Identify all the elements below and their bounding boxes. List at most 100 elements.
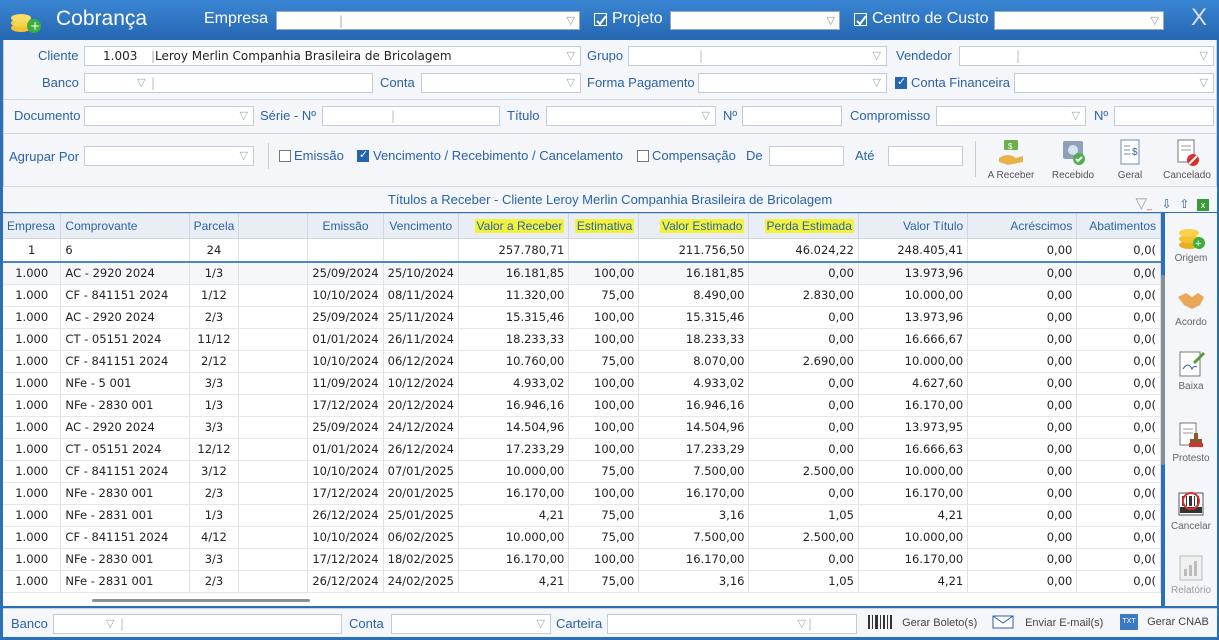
table-cell: 16.170,00 bbox=[458, 548, 570, 571]
forma-pagamento-select[interactable]: ▽ bbox=[698, 73, 887, 93]
relatorio-button[interactable]: Relatório bbox=[1165, 553, 1217, 596]
column-header[interactable]: Emissão bbox=[307, 214, 384, 239]
table-cell: CF - 841151 2024 bbox=[60, 284, 190, 307]
acordo-button[interactable]: Acordo bbox=[1165, 285, 1217, 328]
ate-date-field[interactable] bbox=[888, 146, 963, 166]
cliente-field[interactable]: 1.003 | Leroy Merlin Companhia Brasileir… bbox=[84, 46, 581, 66]
table-row[interactable]: 1.000 CT - 05151 2024 12/12 01/01/2024 26/12… bbox=[3, 438, 1161, 461]
footer-conta-select[interactable]: ▽ bbox=[391, 614, 551, 634]
table-cell: 0,0( bbox=[1076, 438, 1161, 461]
chevron-down-icon: ▽ bbox=[566, 49, 575, 62]
table-cell: 4.627,60 bbox=[858, 372, 969, 395]
table-row[interactable]: 1.000 NFe - 2831 001 2/3 26/12/2024 24/02/20… bbox=[3, 570, 1161, 593]
table-cell bbox=[238, 372, 309, 395]
column-header[interactable]: Estimativa bbox=[568, 214, 640, 239]
filter-icon[interactable]: ▽ bbox=[1135, 195, 1147, 212]
table-cell: 0,00 bbox=[967, 262, 1078, 285]
totals-row[interactable]: 1 6 24 257.780,71 211.756,50 46.024,22 248.405… bbox=[3, 238, 1161, 263]
table-row[interactable]: 1.000 AC - 2920 2024 2/3 25/09/2024 25/11/20… bbox=[3, 306, 1161, 329]
carteira-select[interactable]: ▽ | bbox=[607, 614, 857, 634]
table-row[interactable]: 1.000 AC - 2920 2024 1/3 25/09/2024 25/10/20… bbox=[3, 262, 1161, 285]
table-row[interactable]: 1.000 CF - 841151 2024 2/12 10/10/2024 06/12… bbox=[3, 350, 1161, 373]
table-cell: 1,05 bbox=[748, 570, 859, 593]
cancelar-boleto-button[interactable]: Cancelar bbox=[1165, 489, 1217, 532]
grupo-select[interactable]: | ▽ bbox=[628, 46, 887, 66]
table-cell: 26/12/2024 bbox=[307, 504, 384, 527]
conta-financeira-checkbox[interactable] bbox=[895, 75, 907, 89]
column-header[interactable]: Parcela bbox=[189, 214, 240, 239]
excel-icon[interactable]: x bbox=[1197, 199, 1209, 211]
enviar-email-button[interactable]: Enviar E-mail(s) bbox=[992, 614, 1103, 633]
table-row[interactable]: 1.000 CF - 841151 2024 1/12 10/10/2024 08/11… bbox=[3, 284, 1161, 307]
column-header[interactable]: Valor Estimado bbox=[638, 214, 750, 239]
sort-descending-icon[interactable]: ⇩ bbox=[1162, 197, 1172, 211]
conta-select[interactable]: ▽ bbox=[421, 73, 581, 93]
column-header[interactable]: Vencimento bbox=[383, 214, 459, 239]
column-header[interactable] bbox=[238, 214, 309, 239]
centro-custo-select[interactable]: ▽ bbox=[994, 11, 1164, 30]
chart-report-icon bbox=[1176, 553, 1206, 583]
table-row[interactable]: 1.000 CF - 841151 2024 3/12 10/10/2024 07/01… bbox=[3, 460, 1161, 483]
origem-button[interactable]: + Origem bbox=[1165, 221, 1217, 264]
gerar-boletos-button[interactable]: Gerar Boleto(s) bbox=[867, 614, 977, 633]
sort-ascending-icon[interactable]: ⇧ bbox=[1179, 197, 1189, 211]
side-toolbar: + Origem Acordo Baixa Protesto Cancelar … bbox=[1165, 213, 1217, 606]
documento-select[interactable]: ▽ bbox=[84, 106, 254, 126]
gerar-cnab-button[interactable]: TXT Gerar CNAB bbox=[1120, 614, 1209, 630]
chevron-down-icon: ▽ bbox=[1199, 76, 1208, 89]
horizontal-scrollbar[interactable] bbox=[92, 599, 310, 602]
geral-button[interactable]: $ Geral bbox=[1106, 138, 1154, 181]
table-row[interactable]: 1.000 NFe - 2830 001 1/3 17/12/2024 20/12/20… bbox=[3, 394, 1161, 417]
protesto-button[interactable]: Protesto bbox=[1165, 421, 1217, 464]
table-cell: 0,00 bbox=[967, 548, 1078, 571]
table-cell: 7.500,00 bbox=[638, 526, 750, 549]
recebido-button[interactable]: Recebido bbox=[1047, 138, 1099, 181]
column-header[interactable]: Acréscimos bbox=[967, 214, 1078, 239]
banco-select[interactable]: ▽ | bbox=[84, 73, 373, 93]
table-row[interactable]: 1.000 NFe - 2830 001 2/3 17/12/2024 20/01/20… bbox=[3, 482, 1161, 505]
column-header[interactable]: Empresa bbox=[3, 214, 62, 239]
titulo-select[interactable]: ▽ bbox=[546, 106, 716, 126]
cancelado-button[interactable]: Cancelado bbox=[1160, 138, 1214, 181]
table-cell: 17/12/2024 bbox=[307, 548, 384, 571]
table-row[interactable]: 1.000 NFe - 5 001 3/3 11/09/2024 10/12/2024 4… bbox=[3, 372, 1161, 395]
agrupar-select[interactable]: ▽ bbox=[84, 146, 254, 166]
table-row[interactable]: 1.000 CF - 841151 2024 4/12 10/10/2024 06/02… bbox=[3, 526, 1161, 549]
table-cell: 20/12/2024 bbox=[383, 394, 459, 417]
serie-label: Série - Nº bbox=[260, 108, 317, 123]
table-row[interactable]: 1.000 NFe - 2830 001 3/3 17/12/2024 18/02/20… bbox=[3, 548, 1161, 571]
table-cell: 16.170,00 bbox=[858, 394, 969, 417]
projeto-checkbox[interactable] bbox=[594, 13, 607, 26]
column-header[interactable]: Perda Estimada bbox=[748, 214, 859, 239]
numero-field[interactable] bbox=[742, 106, 842, 126]
table-row[interactable]: 1.000 CT - 05151 2024 11/12 01/01/2024 26/11… bbox=[3, 328, 1161, 351]
centro-custo-checkbox[interactable] bbox=[854, 13, 867, 26]
table-cell: CF - 841151 2024 bbox=[60, 350, 190, 373]
table-row[interactable]: 1.000 AC - 2920 2024 3/3 25/09/2024 24/12/20… bbox=[3, 416, 1161, 439]
close-button[interactable]: X bbox=[1191, 4, 1207, 32]
table-cell: 1/3 bbox=[189, 394, 240, 417]
compromisso-select[interactable]: ▽ bbox=[936, 106, 1086, 126]
table-row[interactable]: 1.000 NFe - 2831 001 1/3 26/12/2024 25/01/20… bbox=[3, 504, 1161, 527]
column-header[interactable]: Valor a Receber bbox=[458, 214, 570, 239]
baixa-button[interactable]: Baixa bbox=[1165, 349, 1217, 392]
column-header[interactable]: Comprovante bbox=[60, 214, 190, 239]
footer-banco-select[interactable]: ▽ | bbox=[53, 614, 342, 634]
de-date-field[interactable] bbox=[769, 146, 844, 166]
table-cell bbox=[238, 526, 309, 549]
numero2-field[interactable] bbox=[1114, 106, 1214, 126]
conta-financeira-select[interactable]: ▽ bbox=[1014, 73, 1214, 93]
serie-field[interactable]: | bbox=[322, 106, 500, 126]
table-cell: 75,00 bbox=[568, 504, 640, 527]
column-header[interactable]: Abatimentos bbox=[1076, 214, 1161, 239]
vencimento-checkbox[interactable] bbox=[357, 148, 369, 162]
vendedor-select[interactable]: | ▽ bbox=[959, 46, 1214, 66]
table-cell: 1.000 bbox=[3, 262, 62, 285]
table-cell: CF - 841151 2024 bbox=[60, 526, 190, 549]
emissao-checkbox[interactable] bbox=[279, 150, 291, 162]
projeto-select[interactable]: ▽ bbox=[670, 11, 840, 30]
column-header[interactable]: Valor Título bbox=[858, 214, 969, 239]
empresa-select[interactable]: | ▽ bbox=[276, 11, 580, 30]
a-receber-button[interactable]: $ A Receber bbox=[983, 138, 1039, 181]
compensacao-checkbox[interactable] bbox=[637, 150, 649, 162]
